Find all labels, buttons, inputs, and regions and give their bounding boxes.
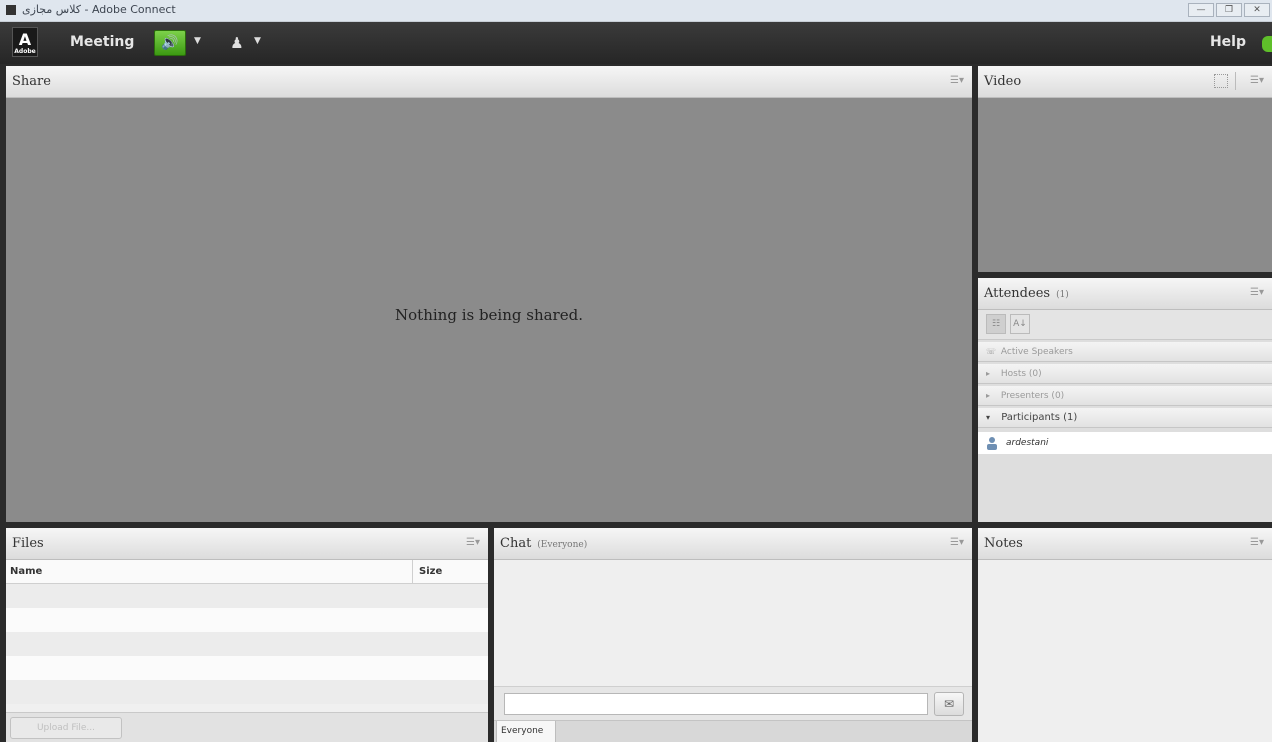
hosts-label: Hosts (0) xyxy=(1000,369,1042,379)
active-speakers-row[interactable]: ☏ Active Speakers xyxy=(978,342,1272,362)
app-icon xyxy=(6,5,16,15)
presenters-label: Presenters (0) xyxy=(1000,391,1065,401)
video-pod-header: Video ☰▾ xyxy=(978,66,1272,98)
speaker-icon: 🔊 xyxy=(161,35,179,51)
attendees-pod: Attendees (1) ☰▾ ☷ A↓ ☏ Active Speakers ▸… xyxy=(978,278,1272,522)
attendees-pod-header: Attendees (1) ☰▾ xyxy=(978,278,1272,310)
share-pod-menu-icon[interactable]: ☰▾ xyxy=(950,75,964,86)
files-pod: Files ☰▾ Name Size Upload File... xyxy=(6,528,488,742)
minimize-button[interactable]: — xyxy=(1188,3,1214,17)
menu-bar: A Adobe Meeting 🔊 ▼ ♟ ▼ Help xyxy=(0,22,1272,64)
attendees-toolbar: ☷ A↓ xyxy=(978,310,1272,340)
table-row xyxy=(6,632,488,656)
attendees-title-text: Attendees xyxy=(984,286,1051,301)
notes-pod-title: Notes xyxy=(984,536,1023,551)
chat-pod-header: Chat (Everyone) ☰▾ xyxy=(494,528,972,560)
notes-pod-header: Notes ☰▾ xyxy=(978,528,1272,560)
expand-icon: ▸ xyxy=(986,369,991,378)
microphone-button[interactable]: ♟ xyxy=(226,31,248,55)
upload-file-button[interactable]: Upload File... xyxy=(10,717,122,739)
notes-pod-menu-icon[interactable]: ☰▾ xyxy=(1250,537,1264,548)
size-column-header[interactable]: Size xyxy=(412,560,442,583)
video-stage xyxy=(978,98,1272,272)
collapse-icon: ▾ xyxy=(986,413,991,422)
chat-title-text: Chat xyxy=(500,536,532,551)
menu-meeting[interactable]: Meeting xyxy=(70,34,134,50)
table-row xyxy=(6,584,488,608)
table-row xyxy=(6,608,488,632)
participants-row[interactable]: ▾ Participants (1) xyxy=(978,408,1272,428)
header-divider xyxy=(1235,72,1236,90)
attendees-pod-menu-icon[interactable]: ☰▾ xyxy=(1250,287,1264,298)
files-table-header: Name Size xyxy=(6,560,488,584)
close-button[interactable]: ✕ xyxy=(1244,3,1270,17)
attendee-list-item[interactable]: ardestani xyxy=(978,432,1272,454)
fullscreen-icon[interactable] xyxy=(1214,74,1228,88)
video-pod: Video ☰▾ xyxy=(978,66,1272,272)
active-speakers-label: Active Speakers xyxy=(1000,347,1073,357)
files-pod-header: Files ☰▾ xyxy=(6,528,488,560)
files-pod-menu-icon[interactable]: ☰▾ xyxy=(466,537,480,548)
chat-pod-title: Chat (Everyone) xyxy=(500,536,587,551)
chat-bubble-icon: ✉ xyxy=(943,697,955,711)
share-pod-header: Share ☰▾ xyxy=(6,66,972,98)
chat-tab-bar: Everyone xyxy=(494,720,972,742)
chat-message-input[interactable] xyxy=(504,693,928,715)
microphone-dropdown-icon[interactable]: ▼ xyxy=(254,36,261,46)
presenters-row[interactable]: ▸ Presenters (0) xyxy=(978,386,1272,406)
sort-icon[interactable]: A↓ xyxy=(1010,314,1030,334)
connection-status-indicator xyxy=(1262,36,1272,52)
table-row xyxy=(6,656,488,680)
video-pod-menu-icon[interactable]: ☰▾ xyxy=(1250,75,1264,86)
name-column-header[interactable]: Name xyxy=(10,566,42,577)
maximize-button[interactable]: ❐ xyxy=(1216,3,1242,17)
speaker-button[interactable]: 🔊 xyxy=(154,30,186,56)
chat-scope: (Everyone) xyxy=(537,540,588,550)
chat-pod-menu-icon[interactable]: ☰▾ xyxy=(950,537,964,548)
participants-label: Participants (1) xyxy=(1001,412,1078,423)
adobe-logo-mark: A xyxy=(18,30,32,49)
window-controls: — ❐ ✕ xyxy=(1188,3,1270,17)
chat-compose-area: ✉ xyxy=(494,686,972,720)
tab-everyone[interactable]: Everyone xyxy=(496,721,556,742)
share-stage: Nothing is being shared. xyxy=(6,98,972,522)
share-empty-message: Nothing is being shared. xyxy=(395,306,583,324)
chat-pod: Chat (Everyone) ☰▾ ✉ Everyone xyxy=(494,528,972,742)
notes-pod: Notes ☰▾ xyxy=(978,528,1272,742)
list-view-icon[interactable]: ☷ xyxy=(986,314,1006,334)
attendee-name: ardestani xyxy=(1006,438,1049,448)
adobe-connect-app: کلاس مجازی - Adobe Connect — ❐ ✕ A Adobe… xyxy=(0,0,1272,742)
share-pod: Share ☰▾ Nothing is being shared. xyxy=(6,66,972,522)
window-title-bar: کلاس مجازی - Adobe Connect — ❐ ✕ xyxy=(0,0,1272,22)
hosts-row[interactable]: ▸ Hosts (0) xyxy=(978,364,1272,384)
window-title: کلاس مجازی - Adobe Connect xyxy=(22,3,176,16)
files-footer: Upload File... xyxy=(6,712,488,742)
expand-icon: ▸ xyxy=(986,391,991,400)
table-row xyxy=(6,680,488,704)
files-pod-title: Files xyxy=(12,536,44,551)
attendees-pod-title: Attendees (1) xyxy=(984,286,1069,301)
video-pod-title: Video xyxy=(984,74,1022,89)
attendees-count: (1) xyxy=(1056,290,1069,300)
adobe-logo-text: Adobe xyxy=(14,48,36,55)
user-icon xyxy=(987,437,997,450)
speaker-dropdown-icon[interactable]: ▼ xyxy=(194,36,201,46)
send-message-button[interactable]: ✉ xyxy=(934,692,964,716)
share-pod-title: Share xyxy=(12,74,51,89)
person-icon: ♟ xyxy=(230,34,244,52)
phone-icon: ☏ xyxy=(986,347,997,356)
menu-help[interactable]: Help xyxy=(1210,34,1246,50)
adobe-logo: A Adobe xyxy=(12,27,38,57)
